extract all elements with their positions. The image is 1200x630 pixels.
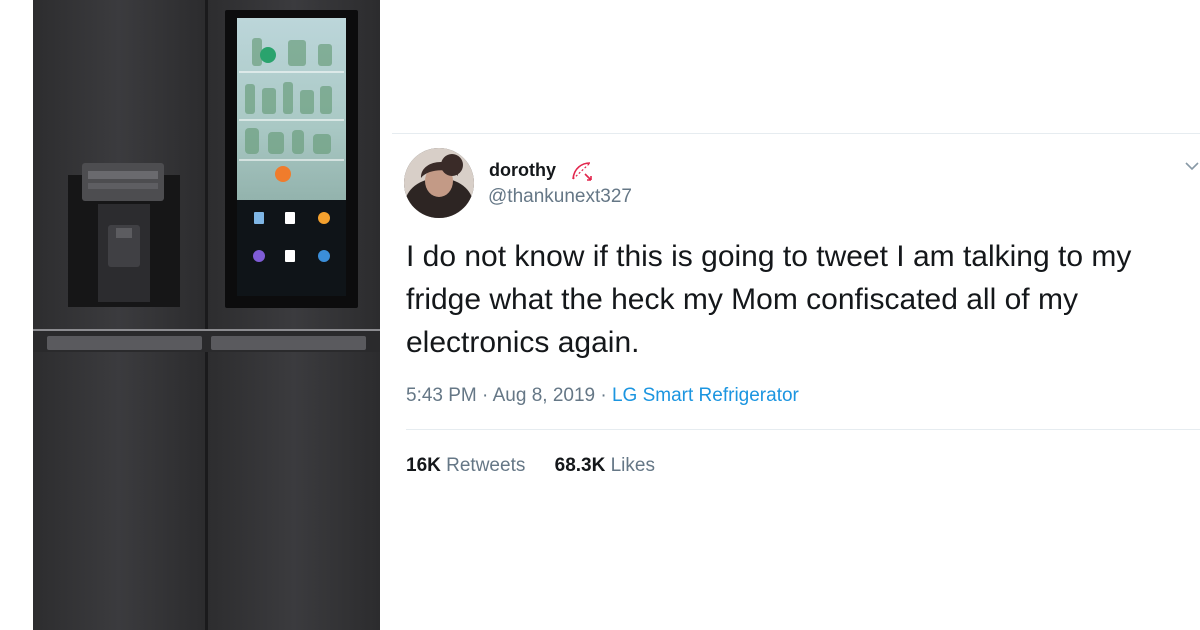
drawer-handle [211, 336, 366, 350]
likes-count: 68.3K [554, 455, 606, 476]
retweets-label: Retweets [446, 455, 526, 476]
left-lower-door [33, 352, 205, 630]
tweet-card: dorothy @thankunext327 I do not know if … [392, 133, 1200, 630]
drawer-handle [47, 336, 202, 350]
meta-separator: · [482, 385, 489, 406]
right-lower-door [208, 352, 380, 630]
tweet-source-link[interactable]: LG Smart Refrigerator [612, 385, 799, 406]
divider [406, 429, 1200, 430]
fridge-touch-screen [225, 10, 358, 308]
user-handle[interactable]: @thankunext327 [488, 186, 632, 208]
bow-and-arrow-icon [572, 162, 592, 181]
chevron-down-icon[interactable] [1184, 160, 1200, 172]
divider [392, 133, 1200, 134]
likes-stat[interactable]: 68.3K Likes [555, 455, 655, 476]
tweet-date[interactable]: Aug 8, 2019 [493, 385, 595, 406]
likes-label: Likes [610, 455, 655, 476]
retweets-count: 16K [406, 455, 441, 476]
fridge-image [33, 0, 380, 630]
avatar[interactable] [404, 148, 474, 218]
tweet-text: I do not know if this is going to tweet … [406, 240, 1132, 359]
retweets-stat[interactable]: 16K Retweets [406, 455, 525, 476]
meta-separator: · [600, 385, 607, 406]
tweet-time[interactable]: 5:43 PM [406, 385, 477, 406]
tweet-meta: 5:43 PM · Aug 8, 2019 · LG Smart Refrige… [406, 385, 799, 407]
tweet-stats: 16K Retweets 68.3K Likes [406, 455, 679, 477]
display-name[interactable]: dorothy [489, 160, 556, 181]
water-dispenser [68, 163, 180, 307]
